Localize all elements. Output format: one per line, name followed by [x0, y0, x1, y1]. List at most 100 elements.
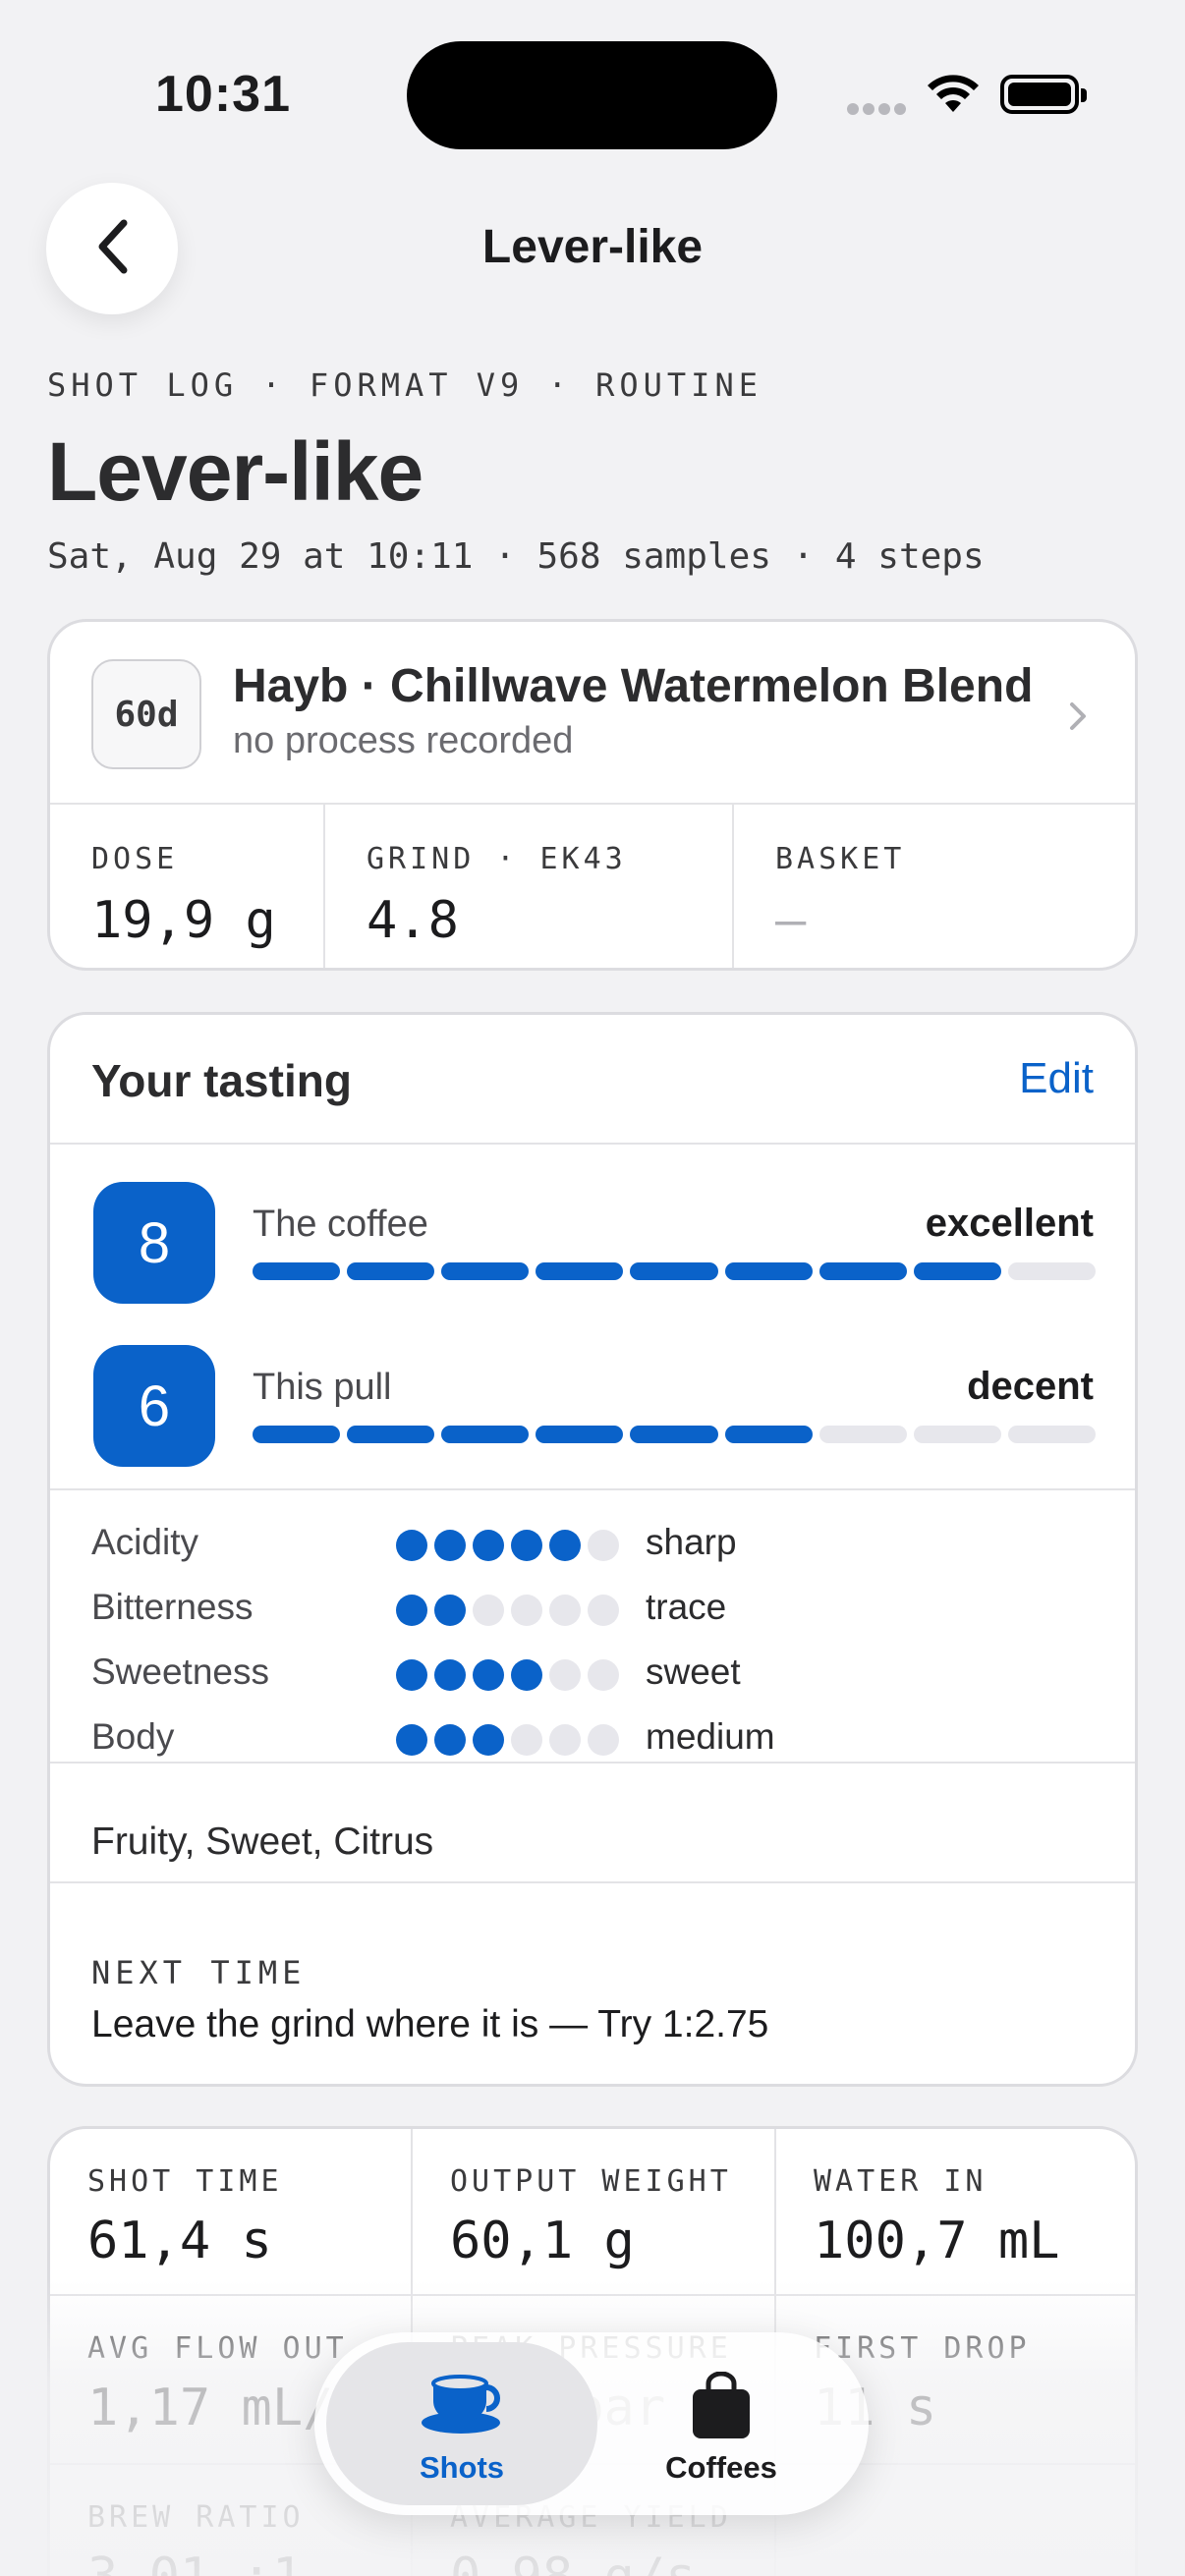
tab-label: Coffees	[665, 2450, 777, 2485]
param-label: BASKET	[775, 842, 906, 876]
score-badge: 6	[93, 1345, 215, 1467]
metric-value: 61,4 s	[87, 2212, 272, 2270]
level-dot	[473, 1595, 504, 1626]
flavor-notes: Fruity, Sweet, Citrus	[91, 1820, 434, 1863]
score-segment	[724, 1262, 813, 1280]
attribute-word: medium	[646, 1716, 775, 1757]
tasting-card: Your tasting Edit 8 The coffee excellent 6 T…	[47, 1012, 1138, 2087]
score-segment	[1007, 1426, 1096, 1443]
score-word: decent	[967, 1365, 1094, 1408]
param-value: 4.8	[367, 891, 459, 950]
page-title: Lever-like	[47, 425, 423, 518]
divider	[50, 1143, 1135, 1145]
level-dot	[549, 1659, 581, 1691]
cellular-signal-icon	[847, 102, 910, 120]
metric-label: SHOT TIME	[87, 2164, 283, 2199]
level-dot	[511, 1530, 542, 1561]
coffee-age-badge: 60d	[91, 659, 201, 769]
coffee-row[interactable]: 60d Hayb · Chillwave Watermelon Blend no…	[50, 622, 1135, 805]
metric-label: WATER IN	[814, 2164, 988, 2199]
battery-icon	[1000, 75, 1087, 114]
bag-icon	[586, 2372, 857, 2440]
divider	[50, 1488, 1135, 1490]
level-dot	[588, 1659, 619, 1691]
divider	[50, 1762, 1135, 1764]
score-bar	[253, 1426, 1096, 1443]
score-segment	[536, 1262, 624, 1280]
level-dot	[396, 1659, 427, 1691]
tab-shots[interactable]: Shots	[326, 2342, 597, 2505]
level-dot	[434, 1659, 466, 1691]
edit-tasting-button[interactable]: Edit	[1019, 1054, 1094, 1103]
score-segment	[724, 1426, 813, 1443]
param-label: GRIND · EK43	[367, 842, 627, 876]
score-segment	[630, 1262, 718, 1280]
attribute-level-dots	[396, 1659, 619, 1691]
attribute-row: Bitterness trace	[91, 1587, 1074, 1646]
metric-cell: SHOT TIME 61,4 s	[50, 2129, 412, 2296]
level-dot	[549, 1724, 581, 1756]
score-badge: 8	[93, 1182, 215, 1304]
attribute-name: Sweetness	[91, 1652, 269, 1692]
metric-value: 100,7 mL	[814, 2212, 1060, 2270]
score-segment	[536, 1426, 624, 1443]
param-value: —	[775, 891, 807, 950]
next-time-text: Leave the grind where it is — Try 1:2.75	[91, 2003, 769, 2045]
attribute-level-dots	[396, 1724, 619, 1756]
score-label: The coffee	[253, 1204, 428, 1245]
score-segment	[913, 1426, 1001, 1443]
score-segment	[441, 1262, 530, 1280]
shot-eyebrow: SHOT LOG · FORMAT V9 · ROUTINE	[47, 366, 762, 404]
level-dot	[473, 1530, 504, 1561]
score-segment	[913, 1262, 1001, 1280]
score-segment	[818, 1426, 907, 1443]
grind-param: GRIND · EK43 4.8	[325, 805, 732, 968]
attribute-word: sharp	[646, 1522, 737, 1562]
level-dot	[549, 1595, 581, 1626]
divider	[50, 1881, 1135, 1883]
param-label: DOSE	[91, 842, 179, 876]
dose-param: DOSE 19,9 g	[50, 805, 323, 968]
status-bar: 10:31	[0, 0, 1185, 167]
score-segment	[441, 1426, 530, 1443]
attribute-row: Sweetness sweet	[91, 1652, 1074, 1710]
param-value: 19,9 g	[91, 891, 276, 950]
attribute-row: Acidity sharp	[91, 1522, 1074, 1581]
score-segment	[818, 1262, 907, 1280]
attribute-level-dots	[396, 1595, 619, 1626]
metric-cell: WATER IN 100,7 mL	[776, 2129, 1135, 2296]
level-dot	[473, 1659, 504, 1691]
tab-coffees[interactable]: Coffees	[586, 2342, 857, 2505]
level-dot	[473, 1724, 504, 1756]
level-dot	[549, 1530, 581, 1561]
attribute-row: Body medium	[91, 1716, 1074, 1775]
coffee-process: no process recorded	[233, 720, 574, 761]
tab-label: Shots	[419, 2450, 505, 2485]
level-dot	[396, 1595, 427, 1626]
metric-cell: OUTPUT WEIGHT 60,1 g	[413, 2129, 774, 2296]
level-dot	[588, 1530, 619, 1561]
score-segment	[347, 1262, 435, 1280]
level-dot	[588, 1724, 619, 1756]
score-bar	[253, 1262, 1096, 1280]
coffee-card: 60d Hayb · Chillwave Watermelon Blend no…	[47, 619, 1138, 971]
score-segment	[347, 1426, 435, 1443]
attribute-name: Bitterness	[91, 1587, 254, 1627]
coffee-name: Hayb · Chillwave Watermelon Blend	[233, 660, 1034, 712]
level-dot	[434, 1724, 466, 1756]
metric-value: 60,1 g	[450, 2212, 635, 2270]
shot-meta: Sat, Aug 29 at 10:11 · 568 samples · 4 s…	[47, 536, 985, 577]
tab-bar: Shots Coffees	[314, 2332, 869, 2515]
basket-param: BASKET —	[734, 805, 1135, 968]
wifi-icon	[926, 73, 981, 119]
score-label: This pull	[253, 1367, 392, 1408]
attribute-level-dots	[396, 1530, 619, 1561]
next-time-label: NEXT TIME	[91, 1954, 307, 1991]
tasting-title: Your tasting	[91, 1055, 352, 1106]
cup-icon	[326, 2372, 597, 2436]
level-dot	[434, 1530, 466, 1561]
attribute-name: Body	[91, 1716, 175, 1757]
level-dot	[511, 1724, 542, 1756]
level-dot	[396, 1530, 427, 1561]
score-segment	[253, 1262, 341, 1280]
